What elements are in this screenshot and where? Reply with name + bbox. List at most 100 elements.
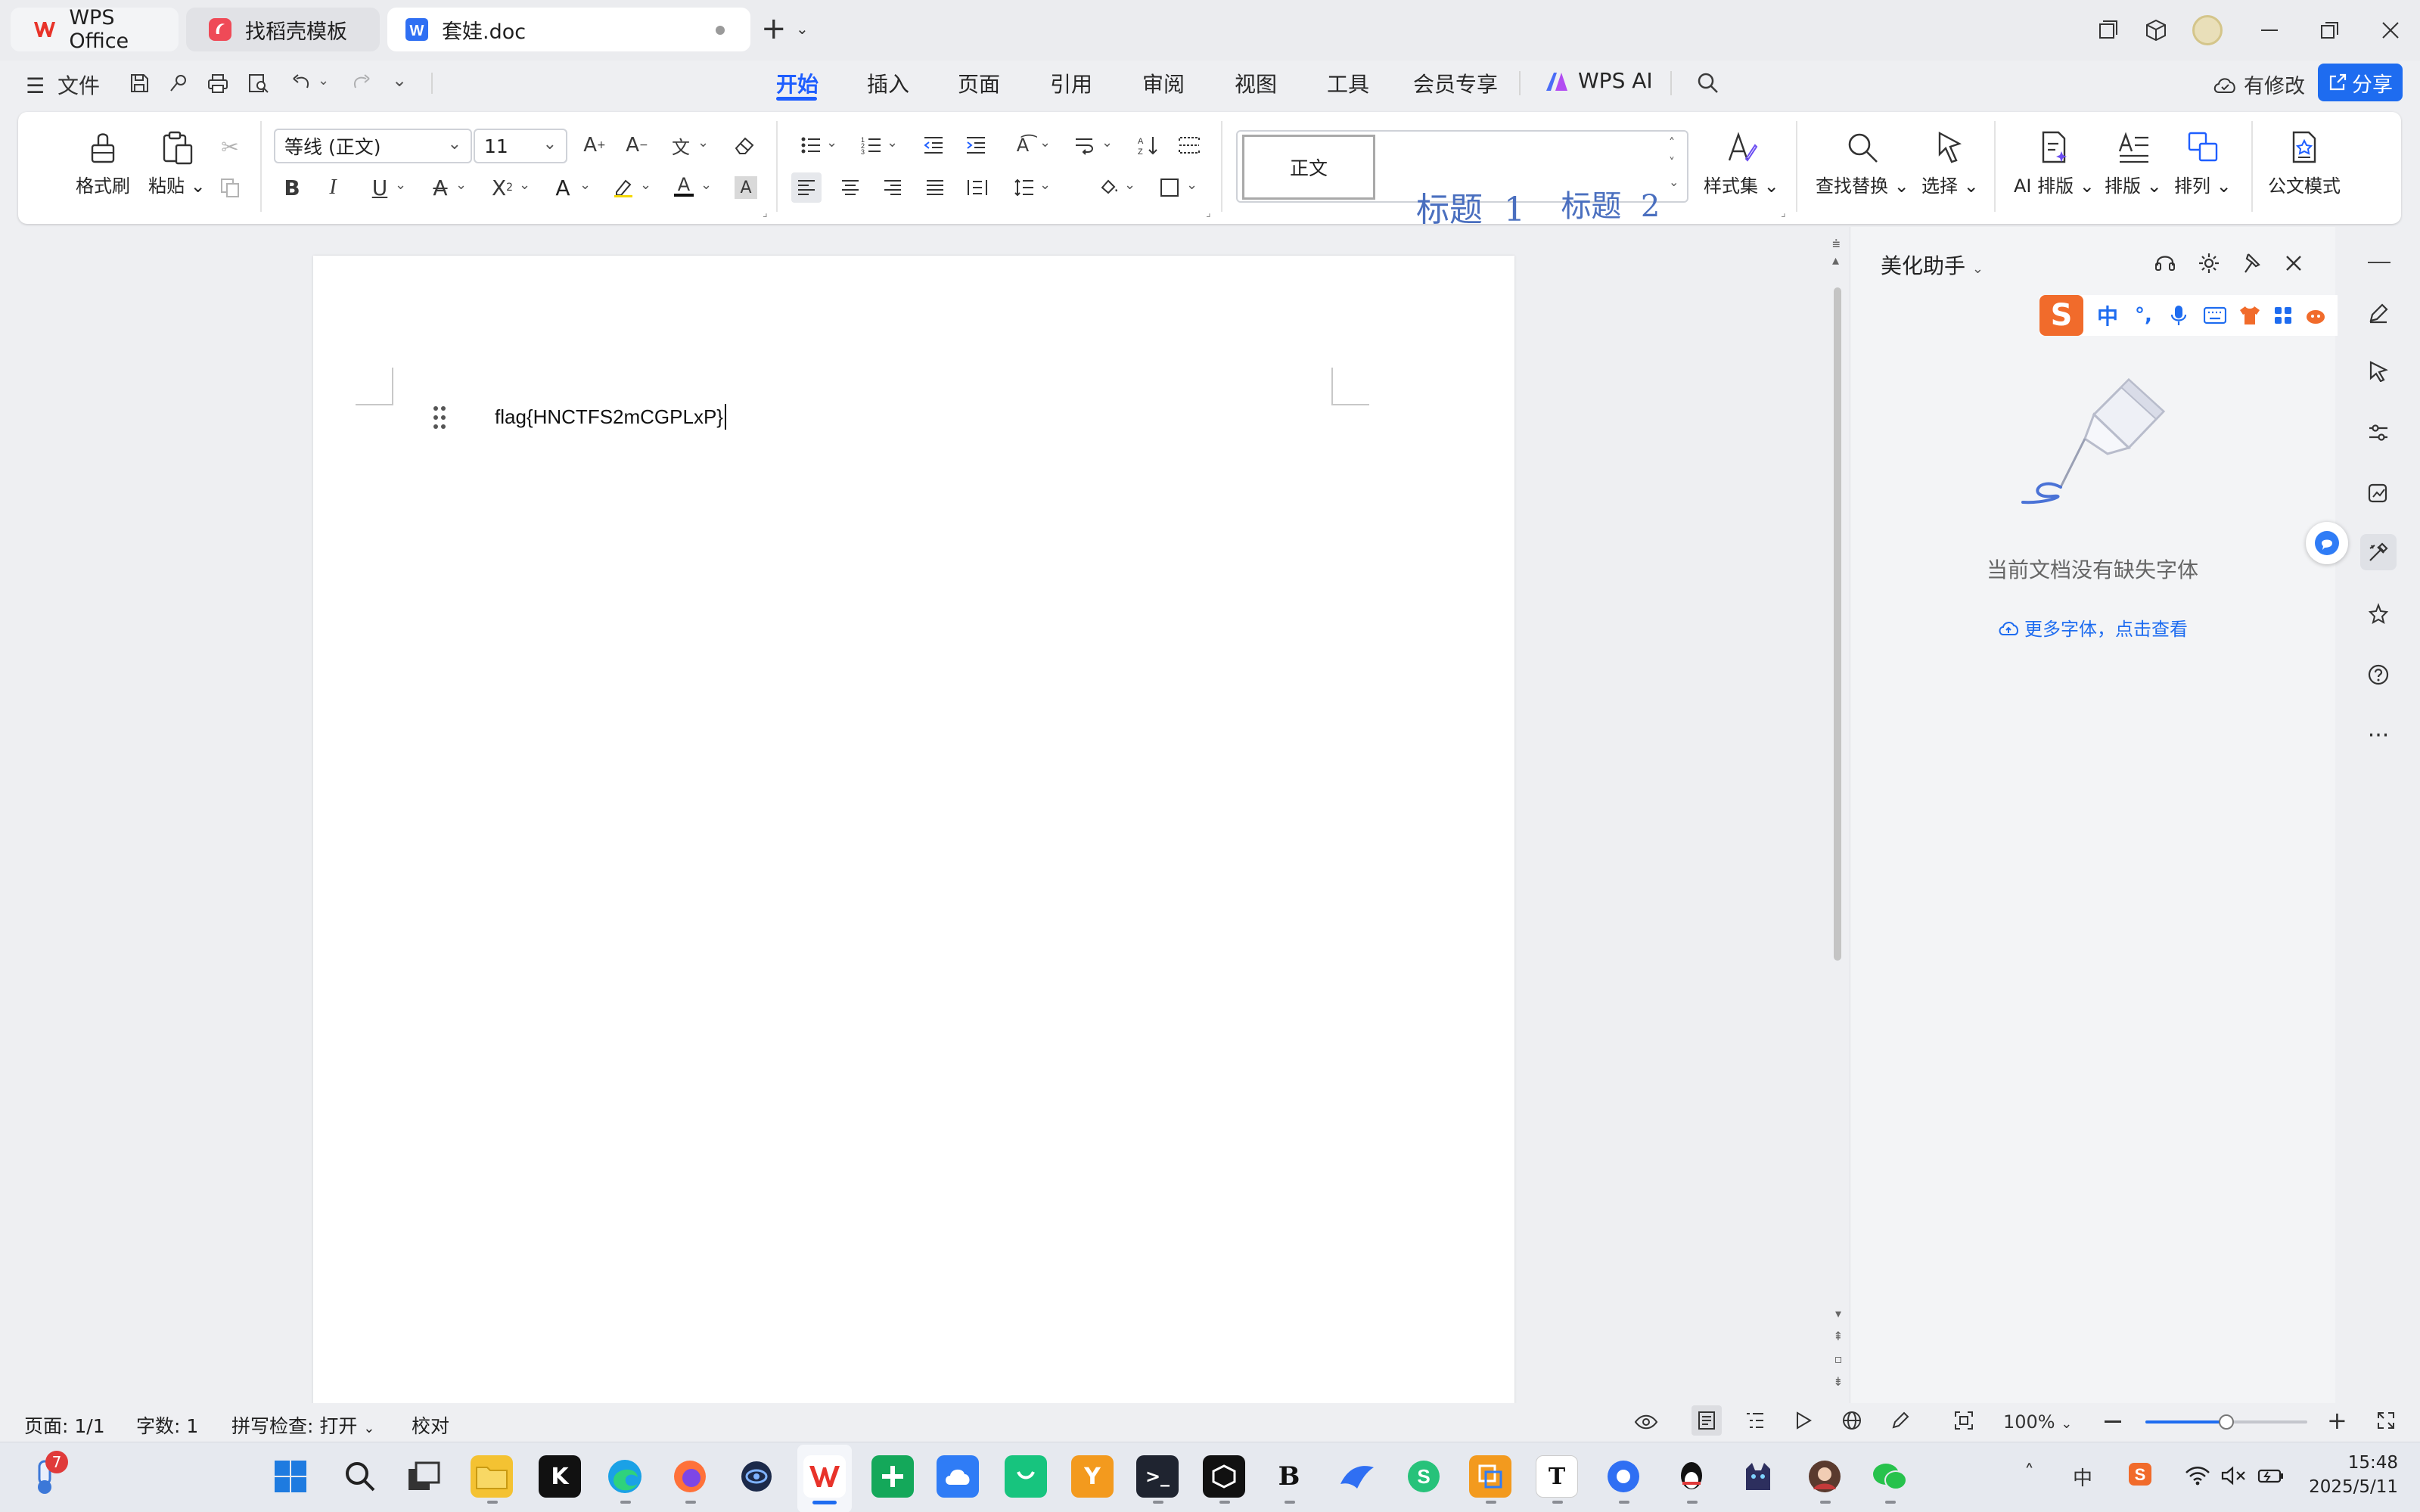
arrange-button[interactable]: 排列 ⌄ bbox=[2174, 130, 2232, 197]
distribute-icon[interactable] bbox=[962, 172, 993, 203]
style-heading-1[interactable]: 标题 1 bbox=[1395, 144, 1525, 231]
pin-icon[interactable] bbox=[2236, 248, 2266, 278]
paragraph-dialog-launcher-icon[interactable]: ⌟ bbox=[1206, 207, 1211, 219]
edit-pencil-icon[interactable] bbox=[2360, 295, 2397, 331]
drag-handle-icon[interactable] bbox=[433, 405, 446, 430]
chevron-down-icon[interactable]: ⌄ bbox=[1039, 177, 1051, 193]
task-view-icon[interactable] bbox=[402, 1455, 445, 1498]
ai-layout-button[interactable]: AI 排版 ⌄ bbox=[2014, 130, 2095, 197]
window-mode-icon[interactable] bbox=[2089, 12, 2126, 48]
page-nav-controls[interactable]: ▾ ⇞ ▫ ⇟ bbox=[1831, 1302, 1846, 1393]
word-count[interactable]: 字数: 1 bbox=[136, 1411, 198, 1439]
eye-protection-icon[interactable] bbox=[1631, 1407, 1661, 1437]
highlight-icon[interactable] bbox=[608, 172, 638, 203]
more-icon[interactable]: ··· bbox=[2360, 717, 2397, 753]
user-avatar[interactable] bbox=[2189, 12, 2226, 48]
border-icon[interactable] bbox=[1154, 172, 1185, 203]
fullscreen-icon[interactable] bbox=[2371, 1405, 2401, 1436]
page-indicator[interactable]: 页面: 1/1 bbox=[24, 1411, 105, 1439]
typora-icon[interactable]: T bbox=[1536, 1455, 1578, 1498]
app-s-icon[interactable]: S bbox=[1403, 1455, 1445, 1498]
proofread-button[interactable]: 校对 bbox=[412, 1411, 449, 1439]
align-left-icon[interactable] bbox=[791, 172, 822, 203]
font-size-select[interactable]: 11 ⌄ bbox=[474, 129, 567, 163]
numbered-list-icon[interactable]: 123 bbox=[856, 130, 887, 160]
shrink-font-icon[interactable]: A − bbox=[622, 130, 652, 160]
app-chat-icon[interactable] bbox=[1602, 1455, 1645, 1498]
chevron-down-icon[interactable]: ⌄ bbox=[701, 177, 712, 193]
tab-document[interactable]: W 套娃.doc bbox=[387, 8, 750, 51]
chevron-down-icon[interactable]: ⌄ bbox=[1039, 135, 1051, 151]
style-set-button[interactable]: 样式集 ⌄ bbox=[1704, 130, 1779, 197]
official-mode-button[interactable]: 公文模式 bbox=[2268, 130, 2341, 197]
bullet-list-icon[interactable] bbox=[796, 130, 826, 160]
page-view-icon[interactable] bbox=[1692, 1405, 1722, 1436]
style-gallery-scroll[interactable]: ˄ ˅ ⌄ bbox=[1669, 133, 1679, 192]
help-icon[interactable] bbox=[2360, 657, 2397, 693]
modify-status[interactable]: 有修改 bbox=[2212, 70, 2305, 99]
windows-start-icon[interactable] bbox=[269, 1455, 312, 1498]
ime-mascot-icon[interactable] bbox=[2304, 305, 2328, 326]
font-dialog-launcher-icon[interactable]: ⌟ bbox=[763, 207, 768, 219]
edge-browser-icon[interactable] bbox=[604, 1455, 646, 1498]
app-avatar-icon[interactable] bbox=[1803, 1455, 1846, 1498]
paste-button[interactable]: 粘贴 ⌄ bbox=[148, 130, 206, 197]
copy-icon[interactable] bbox=[215, 172, 245, 203]
tab-wps-ai[interactable]: WPS AI bbox=[1578, 68, 1653, 93]
skin-shirt-icon[interactable] bbox=[2238, 305, 2261, 326]
zoom-out-icon[interactable] bbox=[2105, 1420, 2121, 1423]
document-body-text[interactable]: flag{HNCTFS2mCGPLxP} bbox=[495, 404, 726, 430]
tab-review[interactable]: 审阅 bbox=[1142, 68, 1185, 98]
chevron-down-icon[interactable]: ⌄ bbox=[519, 177, 530, 193]
system-clock[interactable]: 15:48 2025/5/11 bbox=[2300, 1451, 2398, 1499]
redo-icon[interactable] bbox=[346, 68, 377, 98]
app-b-icon[interactable]: B bbox=[1268, 1455, 1310, 1498]
taskbar-search-icon[interactable] bbox=[339, 1455, 381, 1498]
clear-format-eraser-icon[interactable] bbox=[729, 130, 760, 160]
wifi-icon[interactable] bbox=[2185, 1466, 2210, 1486]
increase-indent-icon[interactable] bbox=[961, 130, 991, 160]
shading-icon[interactable] bbox=[1094, 172, 1124, 203]
tab-home[interactable]: 开始 bbox=[776, 68, 819, 98]
battery-icon[interactable] bbox=[2257, 1466, 2285, 1486]
tab-page[interactable]: 页面 bbox=[958, 68, 1000, 98]
spellcheck-toggle[interactable]: 拼写检查: 打开 ⌄ bbox=[231, 1411, 374, 1439]
web-view-globe-icon[interactable] bbox=[1837, 1405, 1867, 1436]
qq-penguin-icon[interactable] bbox=[1670, 1455, 1713, 1498]
more-fonts-link[interactable]: 更多字体，点击查看 bbox=[1850, 614, 2335, 641]
microphone-icon[interactable] bbox=[2170, 304, 2187, 327]
chevron-down-icon[interactable]: ⌄ bbox=[826, 135, 837, 151]
quick-access-chevron-icon[interactable]: ⌄ bbox=[392, 70, 407, 91]
ime-toolbar[interactable]: S 中 °, bbox=[2039, 295, 2345, 336]
shape-star-icon[interactable] bbox=[2360, 596, 2397, 632]
ime-indicator[interactable]: 中 bbox=[2073, 1463, 2092, 1491]
cube-icon[interactable] bbox=[2138, 12, 2174, 48]
cloud-drive-icon[interactable] bbox=[937, 1455, 979, 1498]
wps-writer-icon[interactable] bbox=[803, 1455, 846, 1498]
grow-font-icon[interactable]: A + bbox=[579, 130, 610, 160]
align-center-icon[interactable] bbox=[835, 172, 865, 203]
beautify-tools-icon[interactable] bbox=[2360, 534, 2397, 570]
chevron-down-icon[interactable]: ⌄ bbox=[1101, 135, 1113, 151]
vertical-scrollbar[interactable] bbox=[1834, 287, 1841, 961]
new-tab-plus-icon[interactable]: + bbox=[761, 14, 791, 44]
undo-icon[interactable] bbox=[286, 68, 316, 98]
zoom-level-select[interactable]: 100% ⌄ bbox=[2003, 1411, 2072, 1433]
char-shading-icon[interactable]: A bbox=[731, 172, 761, 203]
underline-icon[interactable]: U bbox=[365, 172, 395, 203]
save-icon[interactable] bbox=[124, 68, 154, 98]
ruler-toggle-icon[interactable]: ⩧ ▴ bbox=[1832, 236, 1841, 269]
style-normal[interactable]: 正文 bbox=[1242, 135, 1375, 200]
tab-reference[interactable]: 引用 bbox=[1050, 68, 1092, 98]
app-window-icon[interactable] bbox=[1469, 1455, 1511, 1498]
undo-dropdown-chevron-icon[interactable]: ⌄ bbox=[318, 73, 329, 88]
assistant-floating-button[interactable] bbox=[2306, 522, 2348, 564]
close-icon[interactable] bbox=[2372, 12, 2409, 48]
tray-overflow-chevron-icon[interactable]: ˄ bbox=[2024, 1461, 2034, 1484]
zoom-in-icon[interactable]: + bbox=[2327, 1408, 2347, 1433]
bold-icon[interactable]: B bbox=[277, 172, 307, 203]
strikethrough-icon[interactable]: A bbox=[425, 172, 455, 203]
tab-template[interactable]: 找稻壳模板 bbox=[186, 8, 380, 51]
app-wing-icon[interactable] bbox=[1336, 1455, 1378, 1498]
grid-apps-icon[interactable] bbox=[2273, 306, 2293, 325]
